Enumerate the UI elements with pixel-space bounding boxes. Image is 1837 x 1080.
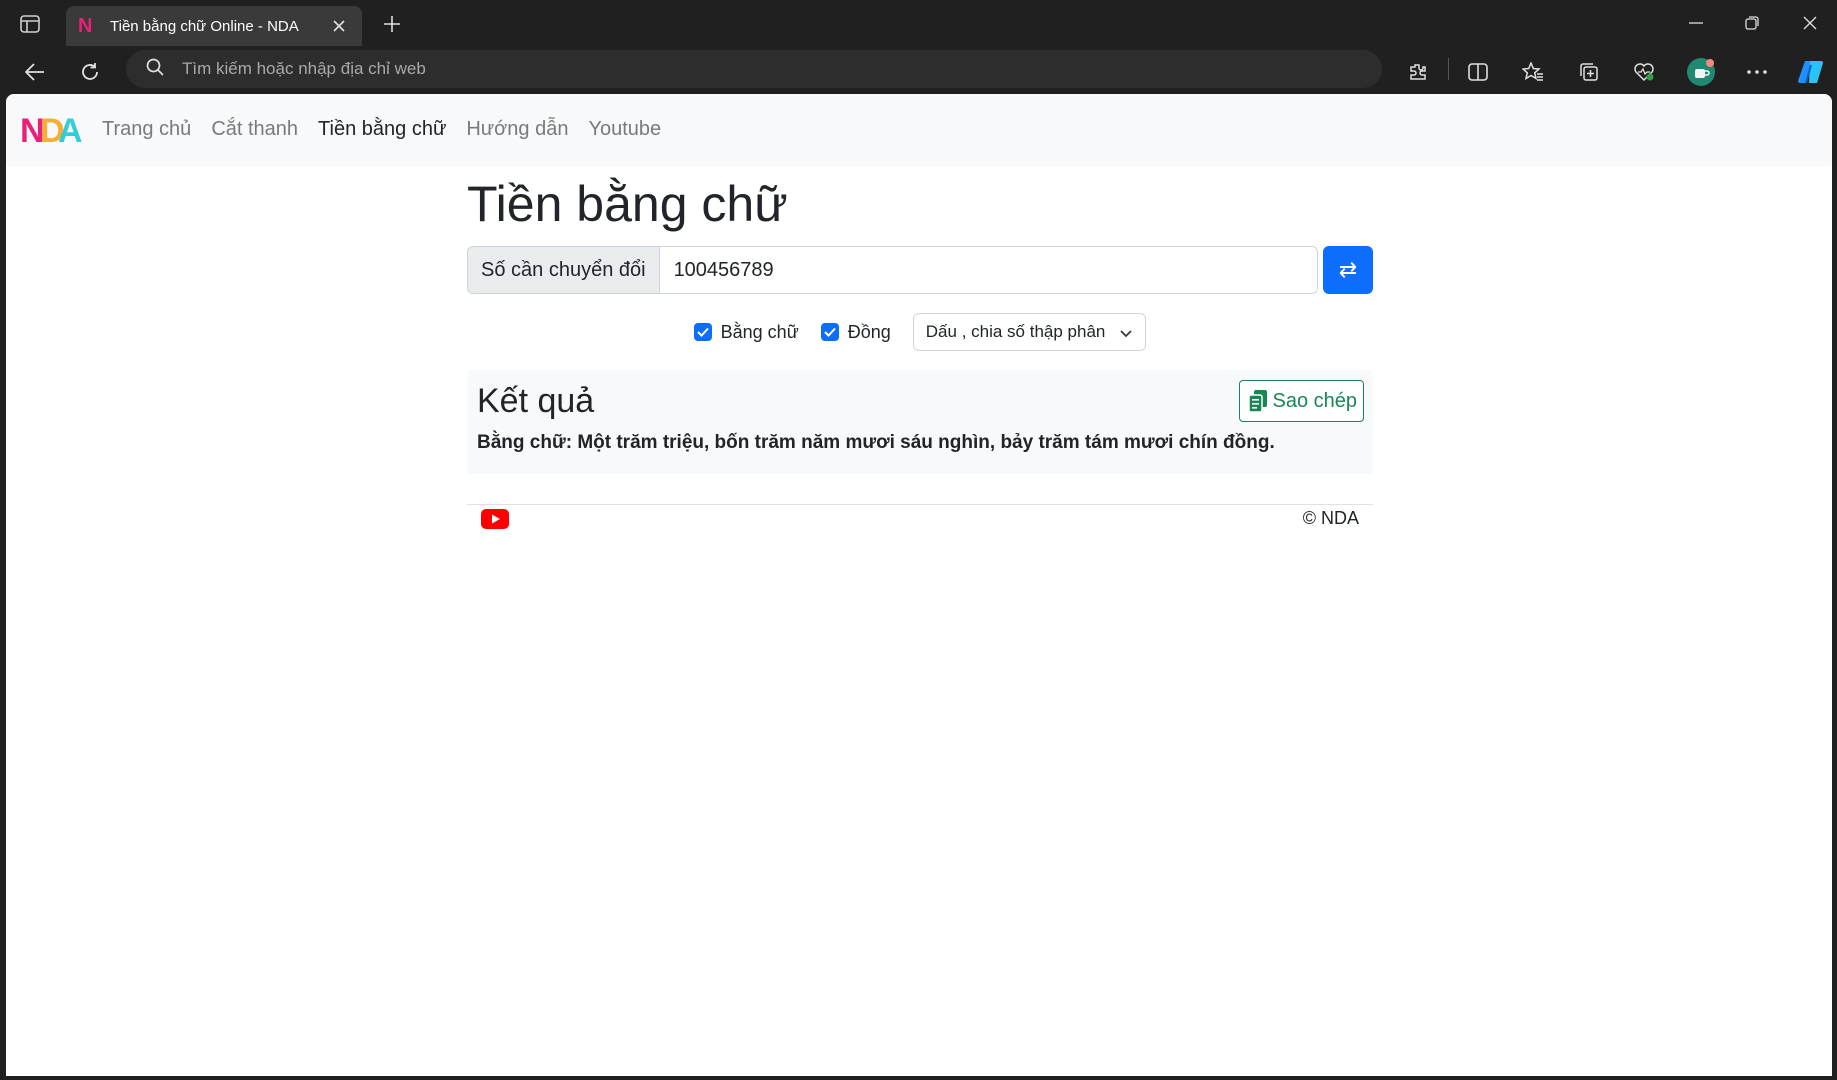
favorites-icon[interactable] xyxy=(1517,56,1549,88)
result-text: Bằng chữ: Một trăm triệu, bốn trăm năm m… xyxy=(477,432,1275,453)
checkbox-bang-chu[interactable]: Bằng chữ xyxy=(693,321,799,343)
more-options-icon[interactable] xyxy=(1741,56,1773,88)
search-icon xyxy=(146,58,164,81)
extensions-icon[interactable] xyxy=(1402,56,1434,88)
decimal-separator-select[interactable]: Dấu , chia số thập phân xyxy=(912,313,1147,351)
convert-button[interactable]: ⇄ xyxy=(1323,246,1373,294)
select-value: Dấu , chia số thập phân xyxy=(925,322,1106,341)
number-input-group: Số cần chuyển đổi ⇄ xyxy=(467,246,1373,294)
svg-text:A: A xyxy=(58,112,83,149)
page-viewport: N D A Trang chủ Cắt thanh Tiền bằng chữ … xyxy=(6,94,1832,1076)
browser-essentials-icon[interactable] xyxy=(1628,56,1660,88)
copy-button-label: Sao chép xyxy=(1272,389,1357,412)
copyright-text: © NDA xyxy=(1302,508,1359,528)
page-footer: © NDA xyxy=(467,504,1373,540)
site-navbar: N D A Trang chủ Cắt thanh Tiền bằng chữ … xyxy=(6,94,1832,164)
close-tab-icon[interactable] xyxy=(328,15,350,37)
number-input[interactable] xyxy=(659,246,1318,294)
nda-favicon-icon: N xyxy=(78,15,93,37)
page-title: Tiền bằng chữ xyxy=(467,176,788,232)
refresh-icon[interactable] xyxy=(74,56,106,88)
address-bar[interactable] xyxy=(126,50,1382,88)
browser-tab-bar: N Tiền bằng chữ Online - NDA xyxy=(0,0,1837,48)
collections-icon[interactable] xyxy=(1573,56,1605,88)
main-container: Tiền bằng chữ Số cần chuyển đổi ⇄ Bằng c… xyxy=(467,164,1373,540)
split-screen-icon[interactable] xyxy=(1462,56,1494,88)
profile-avatar[interactable] xyxy=(1685,56,1717,88)
close-window-icon[interactable] xyxy=(1790,8,1830,38)
checkbox-dong[interactable]: Đồng xyxy=(820,321,891,343)
nav-links: Trang chủ Cắt thanh Tiền bằng chữ Hướng … xyxy=(102,118,681,141)
result-title: Kết quả xyxy=(477,382,595,420)
options-row: Bằng chữ Đồng Dấu , chia số thập phân xyxy=(467,313,1373,351)
result-card: Kết quả Sao chép Bằng chữ: Một trăm triệ… xyxy=(467,370,1373,474)
nav-link-youtube[interactable]: Youtube xyxy=(588,118,661,141)
nav-link-tien-bang-chu[interactable]: Tiền bằng chữ xyxy=(318,118,446,141)
copilot-icon[interactable] xyxy=(1795,56,1827,88)
copy-icon xyxy=(1248,389,1268,413)
checkbox-dong-label: Đồng xyxy=(847,321,891,342)
tab-actions-icon[interactable] xyxy=(18,12,42,36)
checkbox-checked-icon[interactable] xyxy=(693,323,712,341)
minimize-icon[interactable] xyxy=(1676,8,1716,38)
tab-title: Tiền bằng chữ Online - NDA xyxy=(110,17,299,35)
nda-logo[interactable]: N D A xyxy=(20,109,84,150)
swap-arrows-icon: ⇄ xyxy=(1338,257,1358,282)
browser-tab-active[interactable]: N Tiền bằng chữ Online - NDA xyxy=(66,6,362,46)
nav-link-huong-dan[interactable]: Hướng dẫn xyxy=(466,118,568,141)
toolbar-divider xyxy=(1448,58,1449,80)
restore-icon[interactable] xyxy=(1732,8,1772,38)
address-input[interactable] xyxy=(182,59,1282,79)
back-arrow-icon[interactable] xyxy=(19,56,51,88)
copy-button[interactable]: Sao chép xyxy=(1239,380,1364,422)
number-input-label: Số cần chuyển đổi xyxy=(467,246,660,294)
nav-link-home[interactable]: Trang chủ xyxy=(102,118,191,141)
nav-link-cat-thanh[interactable]: Cắt thanh xyxy=(211,118,298,141)
chevron-down-icon xyxy=(1119,325,1133,339)
checkbox-checked-icon[interactable] xyxy=(820,323,839,341)
youtube-icon[interactable] xyxy=(481,509,509,529)
new-tab-icon[interactable] xyxy=(378,10,406,38)
checkbox-bang-chu-label: Bằng chữ xyxy=(720,321,799,342)
